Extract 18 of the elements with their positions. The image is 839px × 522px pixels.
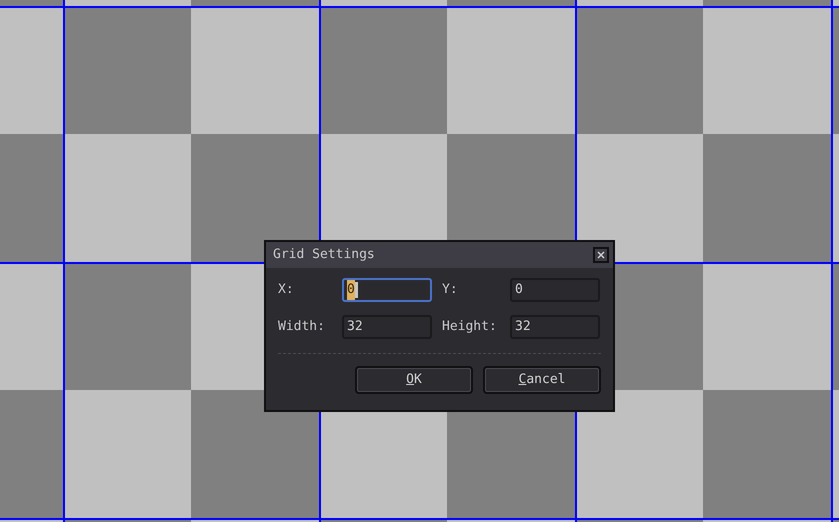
field-value: 32 [515, 318, 531, 336]
close-button[interactable] [593, 247, 609, 263]
field-value: 0 [347, 280, 355, 300]
text-field[interactable]: 0 [342, 278, 432, 302]
dialog-button[interactable]: Cancel [483, 366, 601, 394]
field-value: 0 [515, 281, 523, 300]
field-label: Height: [442, 318, 498, 336]
field-value: 32 [347, 318, 363, 336]
window-title: Grid Settings [273, 246, 375, 264]
dialog-button[interactable]: OK [355, 366, 473, 394]
text-field[interactable]: 0 [510, 278, 600, 302]
text-cursor-icon [354, 282, 358, 298]
field-label: X: [278, 281, 295, 300]
field-label: Width: [278, 318, 326, 336]
field-label: Y: [442, 281, 459, 300]
close-icon [597, 251, 605, 259]
text-field[interactable]: 32 [510, 315, 600, 339]
text-field[interactable]: 32 [342, 315, 432, 339]
